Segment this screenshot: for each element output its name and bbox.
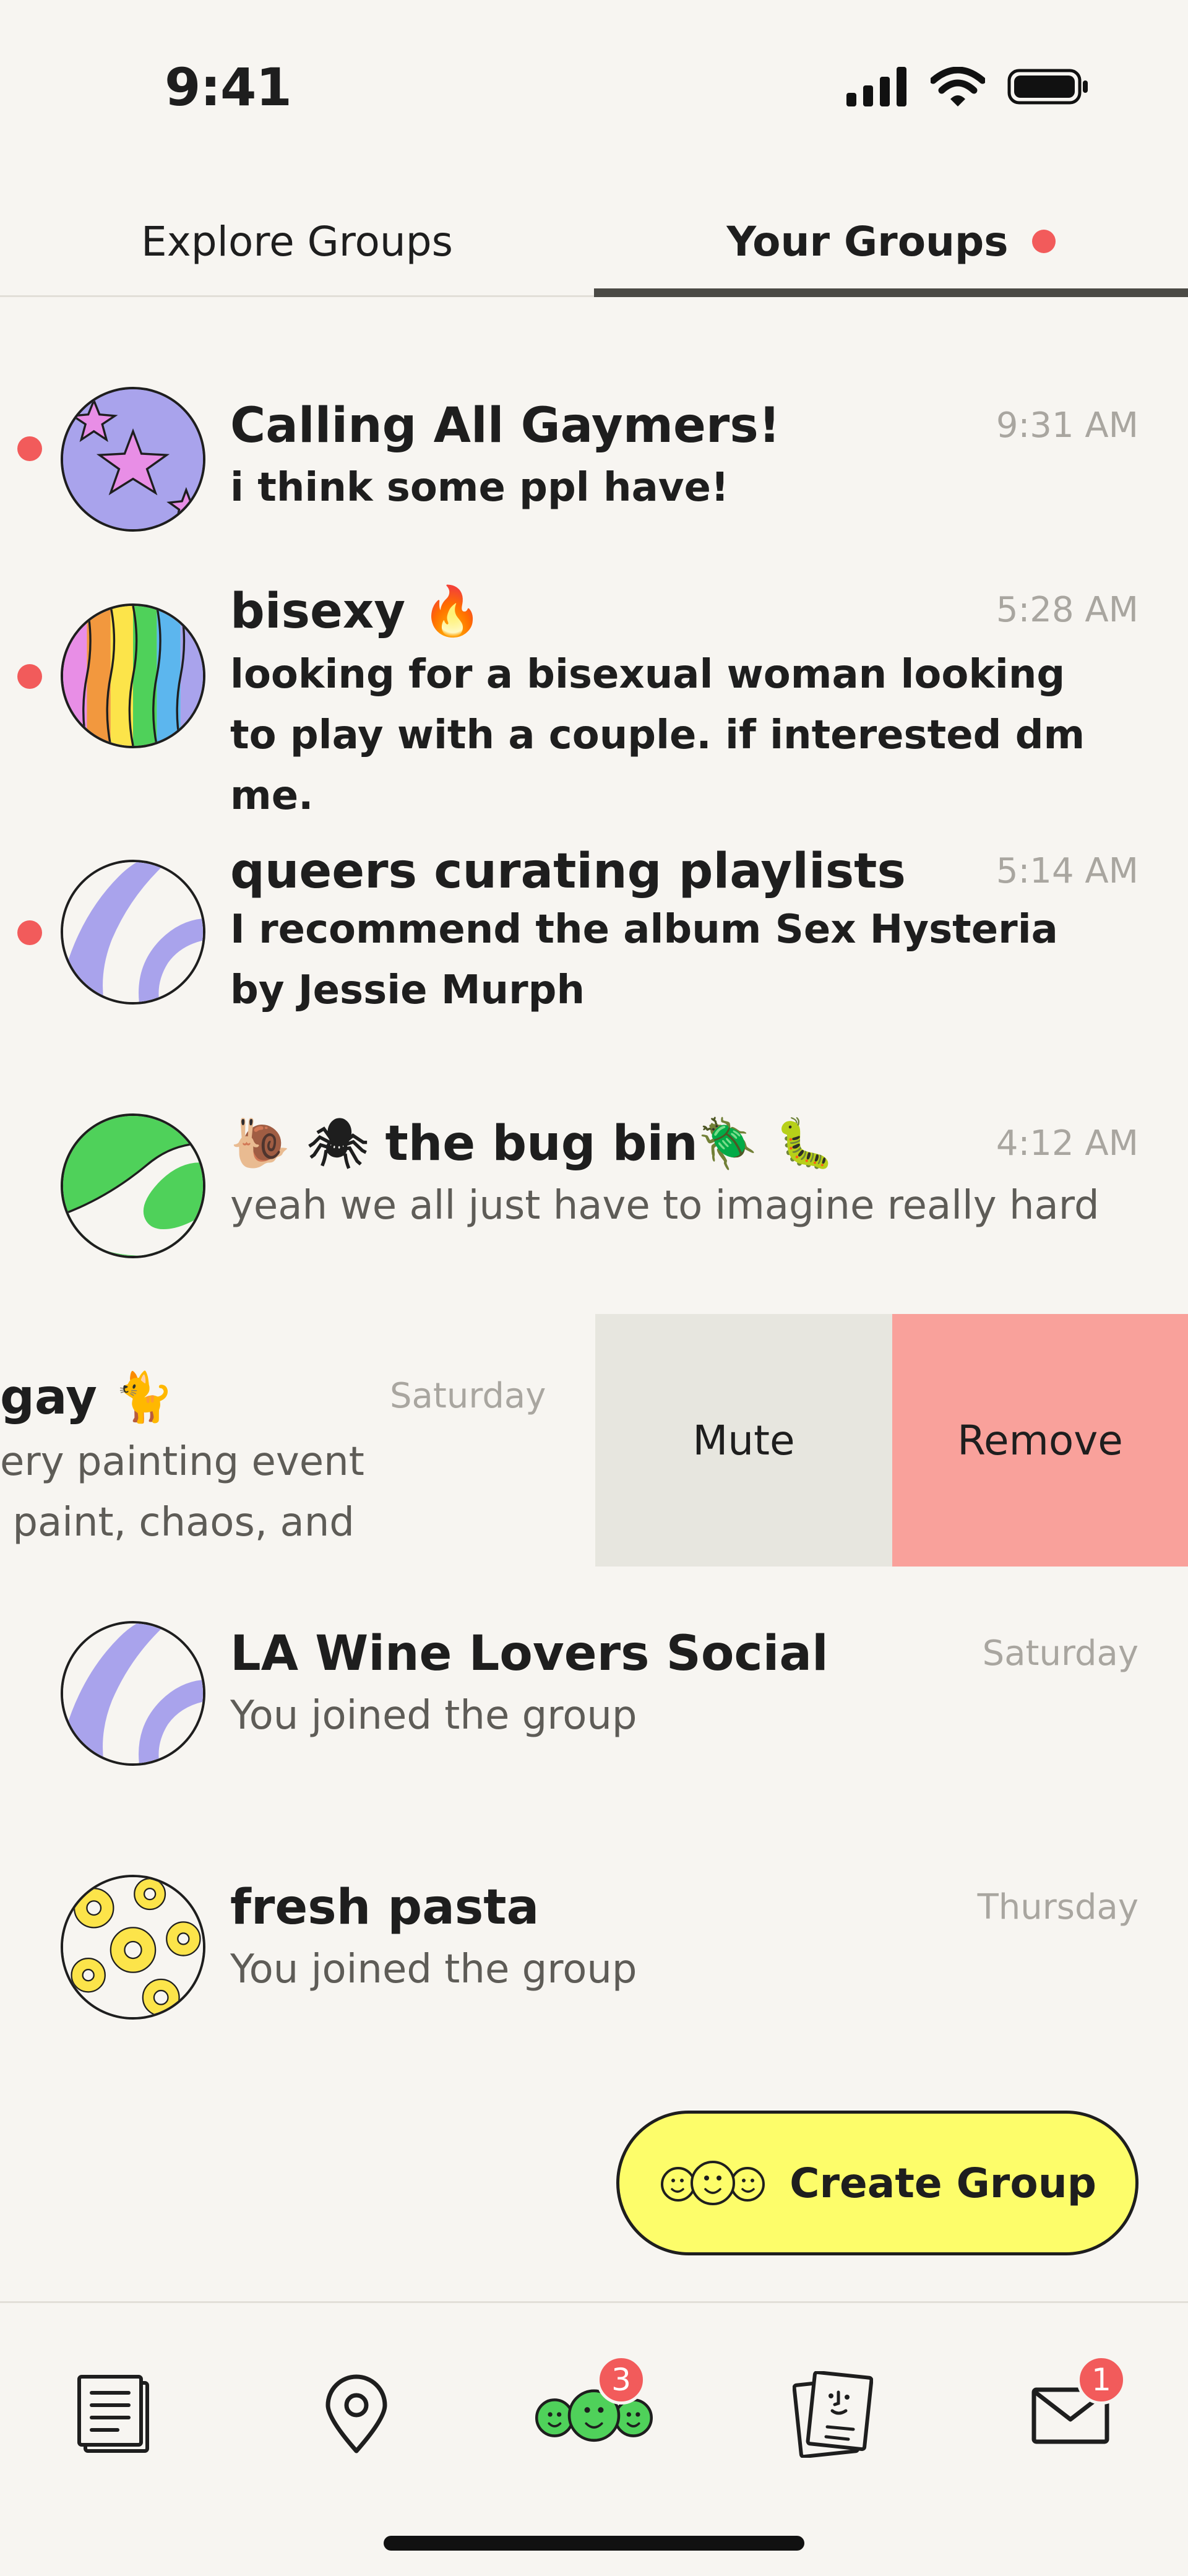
battery-icon [1007, 69, 1088, 105]
lavender-swirl-icon [61, 1621, 205, 1766]
rainbow-waves-icon [61, 603, 205, 748]
group-time: Saturday [390, 1376, 546, 1416]
remove-button[interactable]: Remove [892, 1314, 1188, 1567]
create-group-label: Create Group [790, 2159, 1096, 2207]
group-time: Thursday [977, 1887, 1138, 1927]
unread-dot [17, 920, 42, 945]
group-time: 4:12 AM [996, 1123, 1138, 1164]
status-bar: 9:41 [0, 0, 1188, 149]
nav-groups[interactable]: 3 [532, 2355, 656, 2470]
tab-yours-label: Your Groups [726, 217, 1009, 266]
group-row[interactable]: LA Wine Lovers Social Saturday You joine… [0, 1567, 1188, 1820]
nav-profiles[interactable] [771, 2359, 895, 2470]
group-last-message: ery painting event paint, chaos, and [0, 1432, 582, 1553]
group-name: LA Wine Lovers Social [230, 1626, 829, 1682]
group-last-message: You joined the group [230, 1947, 637, 1992]
swiped-group-row[interactable]: gay 🐈 Saturday ery painting event paint,… [0, 1314, 1188, 1567]
groups-badge: 3 [596, 2355, 646, 2405]
bottom-nav: 3 1 [0, 2301, 1188, 2576]
purple-starfish-icon [61, 387, 205, 532]
home-indicator[interactable] [384, 2536, 804, 2551]
group-last-message: i think some ppl have! [230, 465, 730, 511]
status-time: 9:41 [165, 57, 292, 118]
tab-your-groups[interactable]: Your Groups [594, 186, 1188, 297]
nav-feed[interactable] [56, 2359, 179, 2470]
group-last-message: yeah we all just have to imagine really … [230, 1183, 1100, 1229]
group-last-message: looking for a bisexual woman looking to … [230, 652, 1085, 819]
group-tabs: Explore Groups Your Groups [0, 186, 1188, 297]
tab-explore-label: Explore Groups [141, 217, 453, 266]
group-row[interactable]: 🐌 🕷 the bug bin🪲 🐛 4:12 AM yeah we all j… [0, 1066, 1188, 1314]
group-name: Calling All Gaymers! [230, 398, 781, 454]
swiped-row-content: gay 🐈 Saturday ery painting event paint,… [0, 1314, 594, 1567]
nav-inbox[interactable]: 1 [1009, 2355, 1132, 2470]
lavender-swirl-icon [61, 860, 205, 1005]
yellow-flowers-icon [61, 1875, 205, 2020]
group-name: bisexy 🔥 [230, 584, 483, 639]
group-name: queers curating playlists [230, 844, 906, 899]
group-row[interactable]: queers curating playlists 5:14 AM I reco… [0, 806, 1188, 1066]
profile-card-icon [793, 2371, 873, 2458]
group-row[interactable]: bisexy 🔥 5:28 AM looking for a bisexual … [0, 559, 1188, 819]
group-time: 5:14 AM [996, 851, 1138, 891]
group-row[interactable]: Calling All Gaymers! 9:31 AM i think som… [0, 336, 1188, 532]
unread-dot [17, 436, 42, 461]
three-faces-icon [661, 2161, 765, 2205]
status-icons [846, 67, 1089, 106]
active-tab-underline [594, 288, 1188, 297]
message-line: paint, chaos, and [0, 1500, 355, 1545]
nav-map[interactable] [295, 2359, 418, 2470]
mute-button[interactable]: Mute [595, 1314, 892, 1567]
green-swirl-icon [61, 1113, 205, 1258]
group-name: gay 🐈 [0, 1370, 174, 1425]
unread-indicator-dot [1031, 230, 1056, 253]
unread-dot [17, 664, 42, 689]
group-row[interactable]: fresh pasta Thursday You joined the grou… [0, 1820, 1188, 2074]
inbox-badge: 1 [1077, 2355, 1126, 2405]
document-icon [77, 2375, 149, 2453]
group-last-message: I recommend the album Sex Hysteria by Je… [230, 907, 1058, 1013]
group-last-message: You joined the group [230, 1693, 637, 1739]
wifi-icon [931, 67, 985, 106]
create-group-button[interactable]: Create Group [616, 2111, 1138, 2255]
group-name: fresh pasta [230, 1880, 540, 1935]
group-time: 9:31 AM [996, 405, 1138, 446]
group-time: 5:28 AM [996, 590, 1138, 630]
group-time: Saturday [982, 1633, 1138, 1674]
tab-explore-groups[interactable]: Explore Groups [0, 186, 594, 297]
group-name: 🐌 🕷 the bug bin🪲 🐛 [230, 1116, 835, 1172]
message-line: ery painting event [0, 1439, 364, 1485]
cellular-signal-icon [846, 67, 906, 106]
location-pin-icon [325, 2374, 387, 2453]
